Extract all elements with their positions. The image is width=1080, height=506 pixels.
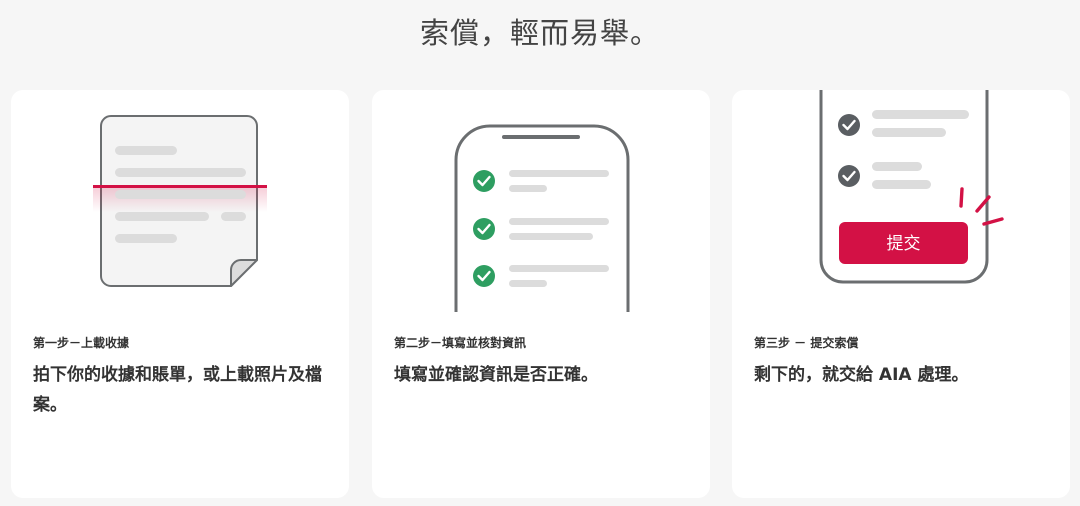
- check-icon: [473, 170, 495, 192]
- check-icon: [473, 218, 495, 240]
- step-3-description: 剩下的，就交給 AIA 處理。: [754, 365, 969, 385]
- check-dark-icon: [838, 165, 860, 187]
- phone-checklist-illustration: [454, 124, 630, 312]
- step-1-label: 第一步－上載收據: [33, 336, 130, 350]
- step-2-description: 填寫並確認資訊是否正確。: [394, 365, 598, 385]
- phone-submit-illustration: 提交: [819, 90, 1004, 284]
- step-card-submit: 提交 第三步 － 提交索償 剩下的，就交給 AIA 處理。: [732, 90, 1070, 498]
- step-2-label: 第二步－填寫並核對資訊: [394, 336, 527, 350]
- submit-button[interactable]: 提交: [839, 222, 968, 264]
- check-dark-icon: [838, 114, 860, 136]
- check-icon: [473, 265, 495, 287]
- submit-button-label: 提交: [887, 234, 921, 254]
- step-1-description: 拍下你的收據和賬單，或上載照片及檔案。: [33, 365, 322, 415]
- claims-steps-page: 索償，輕而易舉。 第一步－上載收據 拍下你的收據和賬單，或上載照片及檔案。 第二…: [0, 0, 1080, 506]
- step-3-label: 第三步 － 提交索償: [754, 336, 859, 350]
- receipt-scan-illustration: [93, 115, 267, 287]
- step-card-upload: 第一步－上載收據 拍下你的收據和賬單，或上載照片及檔案。: [11, 90, 349, 498]
- step-card-fill-in: 第二步－填寫並核對資訊 填寫並確認資訊是否正確。: [372, 90, 710, 498]
- page-title: 索償，輕而易舉。: [419, 16, 660, 50]
